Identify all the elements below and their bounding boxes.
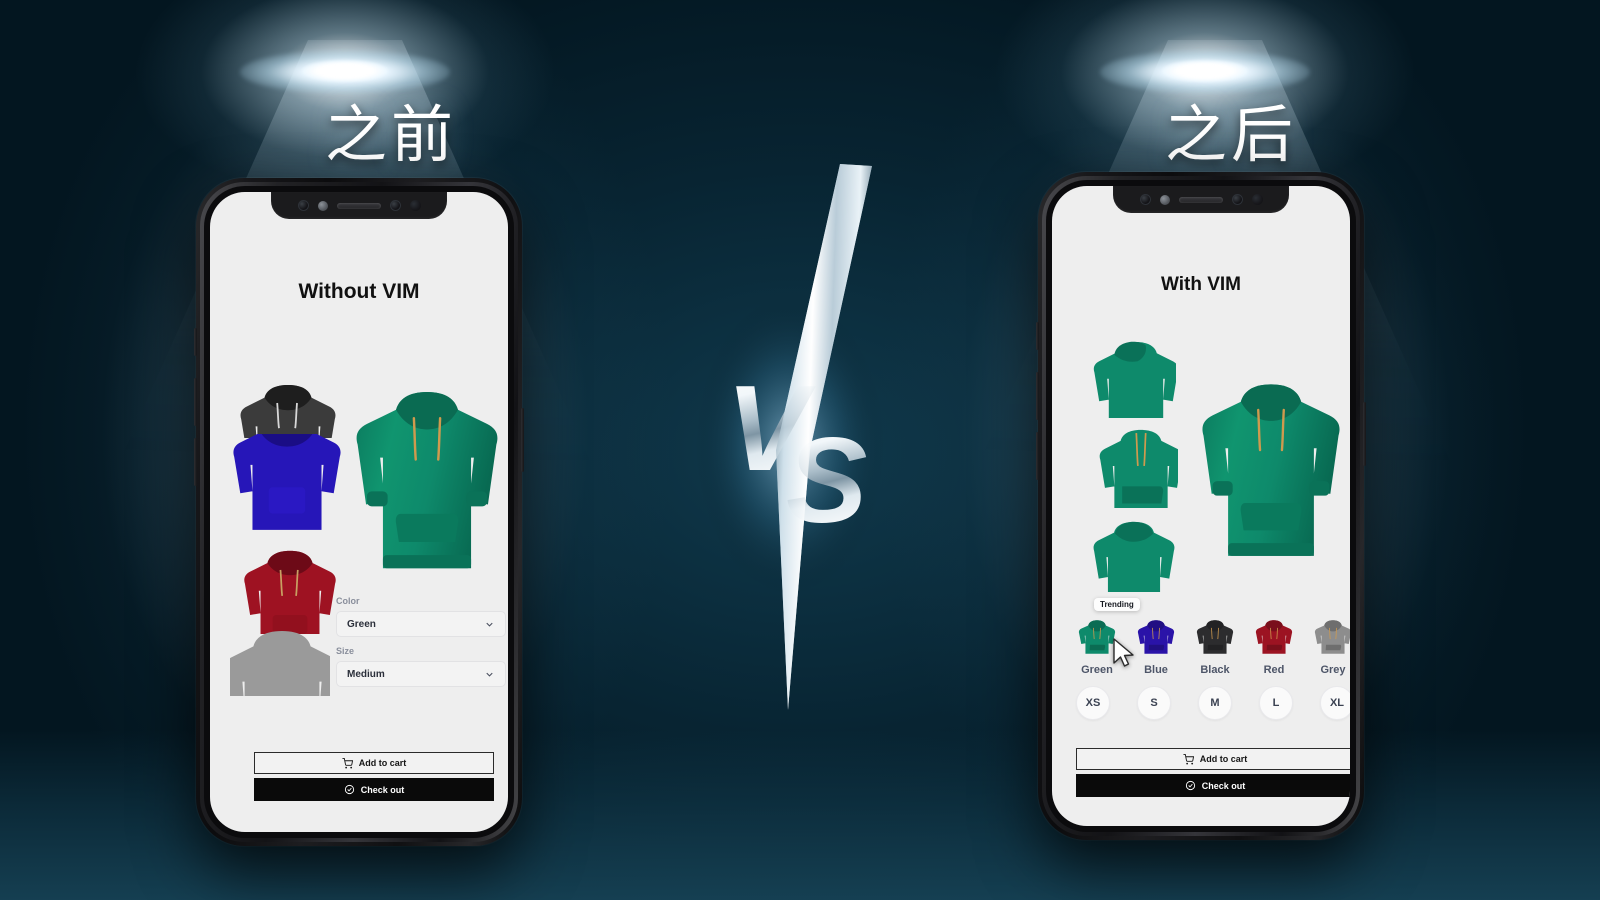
size-select[interactable]: Medium (336, 661, 506, 687)
green-hoodie-side-thumbnail[interactable] (1094, 422, 1178, 508)
front-sensor-icon (1139, 194, 1151, 205)
phone-notch (1113, 186, 1289, 213)
page-title-before: Without VIM (298, 280, 420, 303)
earpiece-speaker-icon (336, 202, 381, 209)
before-label: 之前 (325, 98, 458, 171)
hero-product-image-before[interactable] (352, 374, 502, 594)
size-option-l[interactable]: L (1259, 686, 1293, 720)
color-swatch-black[interactable]: Black (1194, 616, 1236, 676)
color-swatch-label: Green (1081, 664, 1113, 676)
size-select-value: Medium (347, 668, 385, 680)
check-out-label: Check out (360, 784, 405, 795)
color-swatch-label: Black (1200, 664, 1230, 676)
green-hoodie-front-thumbnail[interactable] (1092, 514, 1176, 592)
color-swatch-label: Red (1263, 664, 1285, 676)
grey-hoodie-thumbnail[interactable] (230, 624, 330, 696)
ir-sensor-icon (1251, 194, 1263, 205)
proximity-sensor-icon (317, 200, 328, 211)
front-sensor-icon (297, 200, 309, 211)
shopping-cart-icon (1183, 753, 1194, 765)
after-label: 之后 (1165, 98, 1298, 171)
color-swatch-label: Blue (1144, 664, 1168, 676)
color-swatch-red[interactable]: Red (1253, 616, 1295, 676)
size-option-xs[interactable]: XS (1076, 686, 1110, 720)
check-circle-icon (344, 784, 354, 795)
size-option-xl[interactable]: XL (1320, 686, 1350, 720)
black-hoodie-icon (1194, 616, 1236, 663)
color-select[interactable]: Green (336, 611, 506, 637)
phone-notch (271, 192, 447, 219)
color-swatch-blue[interactable]: Blue (1135, 616, 1177, 676)
check-out-button-after[interactable]: Check out (1076, 774, 1350, 797)
page-title-after: With VIM (1160, 274, 1242, 295)
screen-after: With VIM Trending Green Blue Black Red G… (1052, 186, 1350, 826)
earpiece-speaker-icon (1178, 196, 1223, 203)
blue-hoodie-thumbnail[interactable] (226, 434, 348, 538)
add-to-cart-label: Add to cart (1199, 754, 1248, 764)
thumbnail-list-after (1092, 334, 1178, 604)
chevron-down-icon (486, 622, 493, 627)
volume-down-button[interactable] (1036, 432, 1039, 480)
color-swatch-grey[interactable]: Grey (1312, 616, 1350, 676)
mute-switch[interactable] (1036, 322, 1039, 350)
size-option-s[interactable]: S (1137, 686, 1171, 720)
ir-sensor-icon (409, 200, 421, 211)
color-field-label: Color (336, 596, 360, 606)
add-to-cart-label: Add to cart (358, 758, 407, 768)
color-select-value: Green (347, 618, 376, 630)
mouse-pointer-icon (1112, 638, 1138, 673)
size-option-list: XS S M L XL (1076, 686, 1350, 720)
size-selector-before: Size Medium (336, 646, 506, 687)
check-circle-icon (1185, 780, 1195, 791)
thumbnail-list-before (226, 376, 348, 696)
red-hoodie-icon (1253, 616, 1295, 663)
color-swatch-label: Grey (1320, 664, 1346, 676)
power-button[interactable] (521, 408, 524, 472)
phone-before: Without VIM Color Green Size Medium Add … (194, 178, 524, 846)
add-to-cart-button-after[interactable]: Add to cart (1076, 748, 1350, 770)
versus-divider: V S (690, 150, 890, 730)
size-option-m[interactable]: M (1198, 686, 1232, 720)
add-to-cart-button-before[interactable]: Add to cart (254, 752, 494, 774)
volume-up-button[interactable] (194, 378, 197, 426)
front-camera-icon (1231, 194, 1243, 205)
power-button[interactable] (1363, 402, 1366, 466)
spotlight-core-right (1162, 60, 1248, 82)
front-camera-icon (389, 200, 401, 211)
hero-product-image-after[interactable] (1198, 364, 1344, 582)
shopping-cart-icon (342, 757, 353, 769)
size-field-label: Size (336, 646, 355, 656)
green-hoodie-back-thumbnail[interactable] (1092, 334, 1176, 418)
screen-before: Without VIM Color Green Size Medium Add … (210, 192, 508, 832)
grey-hoodie-icon (1312, 616, 1350, 663)
check-out-label: Check out (1201, 780, 1246, 791)
proximity-sensor-icon (1159, 194, 1170, 205)
volume-up-button[interactable] (1036, 372, 1039, 420)
check-out-button-before[interactable]: Check out (254, 778, 494, 801)
mute-switch[interactable] (194, 328, 197, 356)
chevron-down-icon (486, 672, 493, 677)
blue-hoodie-icon (1135, 616, 1177, 663)
color-selector-before: Color Green (336, 596, 506, 637)
trending-badge: Trending (1094, 598, 1140, 611)
black-hoodie-thumbnail[interactable] (234, 376, 342, 438)
phone-after: With VIM Trending Green Blue Black Red G… (1036, 172, 1366, 840)
volume-down-button[interactable] (194, 438, 197, 486)
spotlight-core-left (302, 60, 388, 82)
red-hoodie-thumbnail[interactable] (238, 542, 342, 634)
